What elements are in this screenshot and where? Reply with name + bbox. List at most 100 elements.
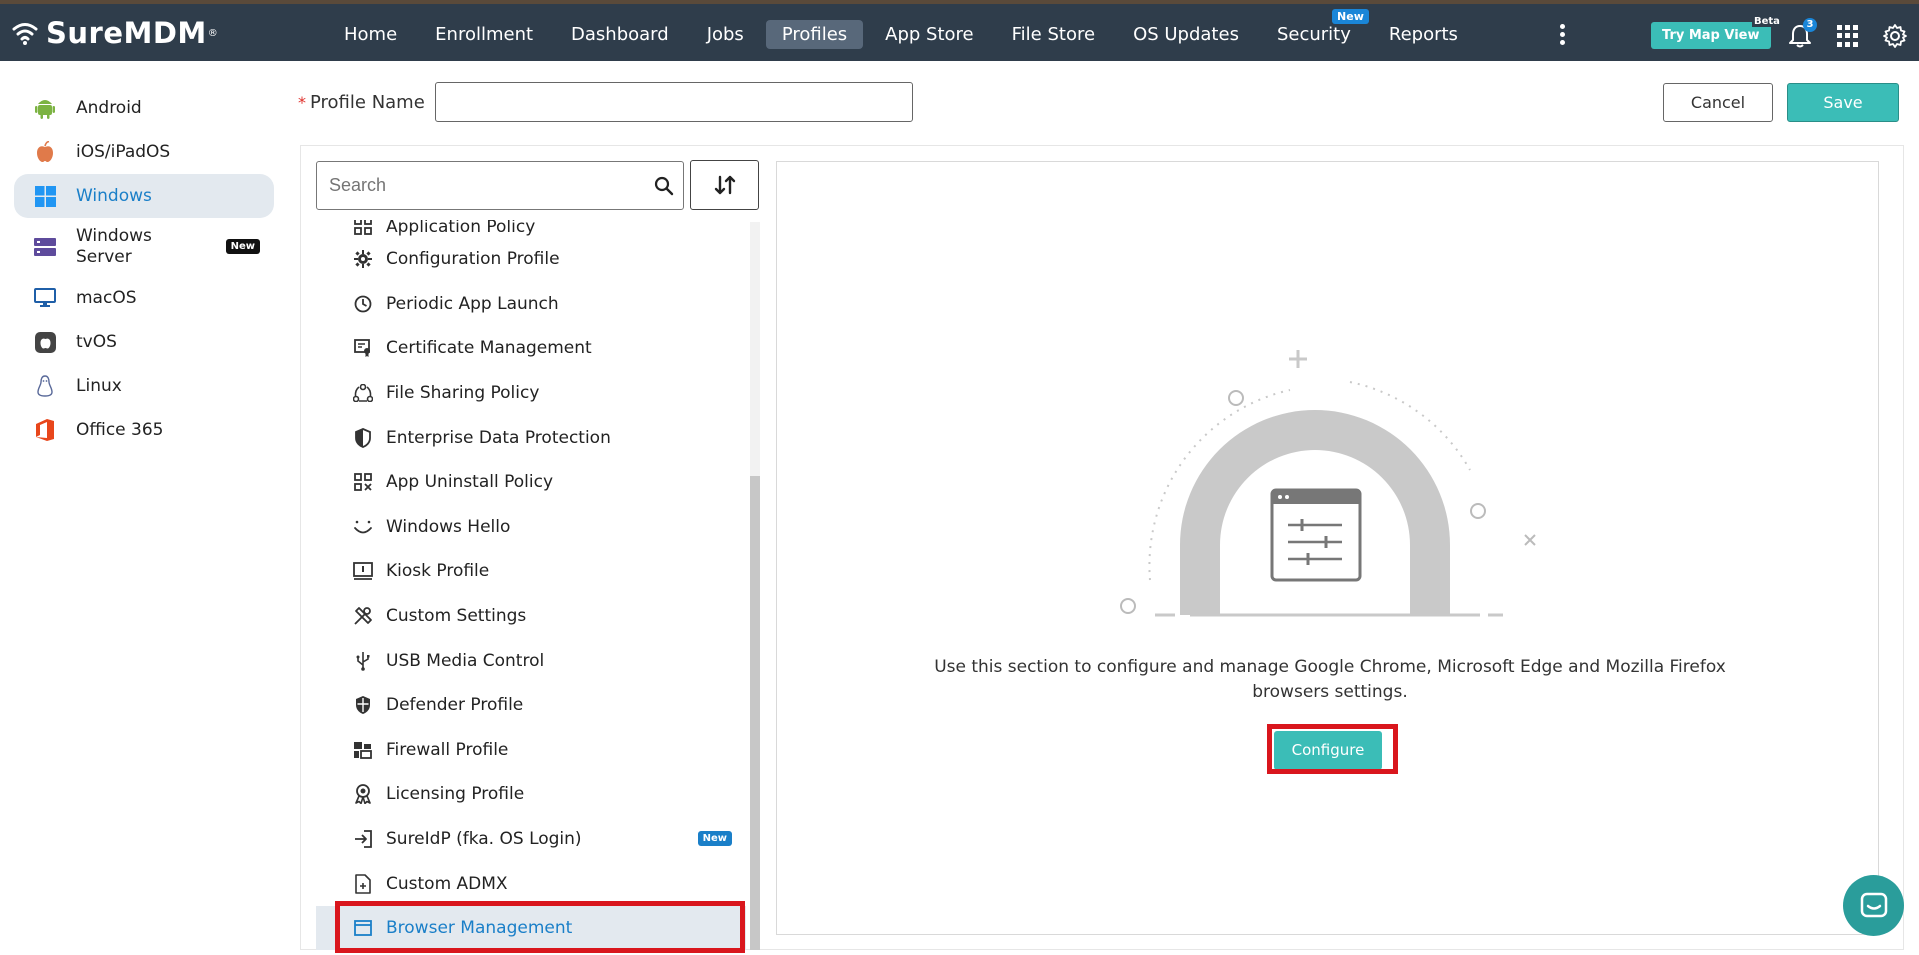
list-item-label: Firewall Profile bbox=[386, 739, 509, 760]
usb-icon bbox=[352, 650, 374, 672]
new-badge: New bbox=[697, 830, 732, 846]
list-item-file-sharing-policy[interactable]: File Sharing Policy bbox=[316, 371, 746, 416]
sidebar-item-windows-server[interactable]: Windows Server New bbox=[14, 218, 274, 276]
list-item-label: Enterprise Data Protection bbox=[386, 427, 611, 448]
list-item-label: App Uninstall Policy bbox=[386, 472, 554, 493]
more-menu-icon[interactable] bbox=[1552, 24, 1572, 48]
nav-reports[interactable]: Reports bbox=[1373, 20, 1474, 49]
nav-jobs-label: Jobs bbox=[706, 24, 744, 45]
sidebar-item-windows[interactable]: Windows bbox=[14, 174, 274, 218]
list-item-label: Custom ADMX bbox=[386, 873, 508, 894]
suremdm-logo[interactable]: SureMDM ® bbox=[12, 16, 218, 50]
nav-os-updates-label: OS Updates bbox=[1133, 24, 1239, 45]
tools-icon bbox=[352, 605, 374, 627]
nav-dashboard[interactable]: Dashboard bbox=[555, 20, 685, 49]
browser-management-description: Use this section to configure and manage… bbox=[934, 657, 1726, 702]
save-button[interactable]: Save bbox=[1787, 83, 1899, 122]
nav-enrollment-label: Enrollment bbox=[435, 24, 534, 45]
nav-security[interactable]: Security New bbox=[1261, 9, 1369, 49]
wifi-logo-icon bbox=[12, 23, 38, 45]
nav-file-store[interactable]: File Store bbox=[996, 20, 1111, 49]
list-item-defender-profile[interactable]: Defender Profile bbox=[316, 683, 746, 728]
nav-reports-label: Reports bbox=[1388, 24, 1458, 45]
sidebar-item-label: Linux bbox=[76, 375, 122, 396]
nav-os-updates[interactable]: OS Updates bbox=[1117, 20, 1255, 49]
highlight-box-configure bbox=[1267, 724, 1398, 774]
required-asterisk: * bbox=[298, 92, 306, 112]
cancel-button[interactable]: Cancel bbox=[1663, 83, 1773, 122]
apple-icon bbox=[34, 141, 56, 163]
list-item-periodic-app-launch[interactable]: Periodic App Launch bbox=[316, 282, 746, 327]
list-item-label: Licensing Profile bbox=[386, 784, 525, 805]
gear-icon bbox=[352, 248, 374, 270]
sort-button[interactable] bbox=[690, 160, 759, 210]
nav-security-label: Security bbox=[1276, 24, 1351, 45]
nav-enrollment[interactable]: Enrollment bbox=[419, 20, 549, 49]
sidebar-item-label: macOS bbox=[76, 287, 137, 308]
nav-jobs[interactable]: Jobs bbox=[691, 20, 760, 49]
nav-home-label: Home bbox=[344, 24, 398, 45]
chat-icon bbox=[1860, 892, 1887, 917]
list-item-usb-media-control[interactable]: USB Media Control bbox=[316, 638, 746, 683]
browser-settings-illustration bbox=[1120, 350, 1536, 617]
list-item-label: Defender Profile bbox=[386, 695, 524, 716]
profile-name-label: Profile Name bbox=[310, 91, 425, 113]
nav-home[interactable]: Home bbox=[328, 20, 413, 49]
list-item-licensing-profile[interactable]: Licensing Profile bbox=[316, 772, 746, 817]
apps-grid-icon[interactable] bbox=[1837, 25, 1859, 47]
list-item-label: Kiosk Profile bbox=[386, 561, 490, 582]
list-item-custom-admx[interactable]: Custom ADMX bbox=[316, 861, 746, 906]
sidebar-item-ios[interactable]: iOS/iPadOS bbox=[14, 130, 274, 174]
sidebar-item-tvos[interactable]: tvOS bbox=[14, 320, 274, 364]
sidebar-item-label: tvOS bbox=[76, 331, 117, 352]
logo-registered-mark: ® bbox=[207, 27, 218, 39]
list-item-app-uninstall-policy[interactable]: App Uninstall Policy bbox=[316, 460, 746, 505]
search-input[interactable] bbox=[329, 175, 639, 196]
list-item-enterprise-data-protection[interactable]: Enterprise Data Protection bbox=[316, 415, 746, 460]
list-item-windows-hello[interactable]: Windows Hello bbox=[316, 505, 746, 550]
list-item-sureidp[interactable]: SureIdP (fka. OS Login) New bbox=[316, 817, 746, 862]
list-item-custom-settings[interactable]: Custom Settings bbox=[316, 594, 746, 639]
chat-support-button[interactable] bbox=[1843, 875, 1904, 936]
sidebar-item-label: Android bbox=[76, 97, 142, 118]
sidebar-item-label: Windows Server bbox=[76, 226, 152, 267]
search-icon[interactable] bbox=[653, 175, 675, 197]
firewall-icon bbox=[352, 739, 374, 761]
nav-app-store[interactable]: App Store bbox=[869, 20, 989, 49]
office-icon bbox=[34, 419, 56, 441]
shield-icon bbox=[352, 427, 374, 449]
certificate-icon bbox=[352, 337, 374, 359]
license-icon bbox=[352, 783, 374, 805]
list-item-configuration-profile[interactable]: Configuration Profile bbox=[316, 237, 746, 282]
file-add-icon bbox=[352, 873, 374, 895]
clock-icon bbox=[352, 293, 374, 315]
platform-sidebar: Android iOS/iPadOS Windows Windows Serve… bbox=[14, 86, 274, 452]
sidebar-item-label: iOS/iPadOS bbox=[76, 141, 171, 162]
sort-arrows-icon bbox=[714, 175, 735, 195]
list-item-label: USB Media Control bbox=[386, 650, 545, 671]
list-item-kiosk-profile[interactable]: Kiosk Profile bbox=[316, 549, 746, 594]
nav-profiles[interactable]: Profiles bbox=[765, 20, 864, 49]
list-item-certificate-management[interactable]: Certificate Management bbox=[316, 326, 746, 371]
sidebar-item-office-365[interactable]: Office 365 bbox=[14, 408, 274, 452]
list-item-application-policy[interactable]: Application Policy bbox=[316, 220, 746, 237]
appletv-icon bbox=[34, 331, 56, 353]
list-item-firewall-profile[interactable]: Firewall Profile bbox=[316, 728, 746, 773]
list-item-label: Certificate Management bbox=[386, 338, 592, 359]
sidebar-item-macos[interactable]: macOS bbox=[14, 276, 274, 320]
sidebar-item-linux[interactable]: Linux bbox=[14, 364, 274, 408]
profile-name-input[interactable] bbox=[434, 82, 913, 122]
list-scrollbar-thumb[interactable] bbox=[750, 476, 760, 950]
top-navigation-bar: SureMDM ® Home Enrollment Dashboard Jobs … bbox=[0, 0, 1919, 61]
nav-file-store-label: File Store bbox=[1011, 24, 1096, 45]
grid-icon bbox=[352, 220, 374, 237]
list-item-label: Application Policy bbox=[386, 220, 536, 237]
policy-list: Application Policy Configuration Profile… bbox=[316, 220, 760, 950]
list-item-label: SureIdP (fka. OS Login) bbox=[386, 829, 582, 850]
sidebar-item-android[interactable]: Android bbox=[14, 86, 274, 130]
sidebar-item-label: Office 365 bbox=[76, 419, 164, 440]
login-icon bbox=[352, 828, 374, 850]
share-icon bbox=[352, 382, 374, 404]
list-item-label: Periodic App Launch bbox=[386, 293, 559, 314]
settings-gear-icon[interactable] bbox=[1882, 23, 1908, 49]
